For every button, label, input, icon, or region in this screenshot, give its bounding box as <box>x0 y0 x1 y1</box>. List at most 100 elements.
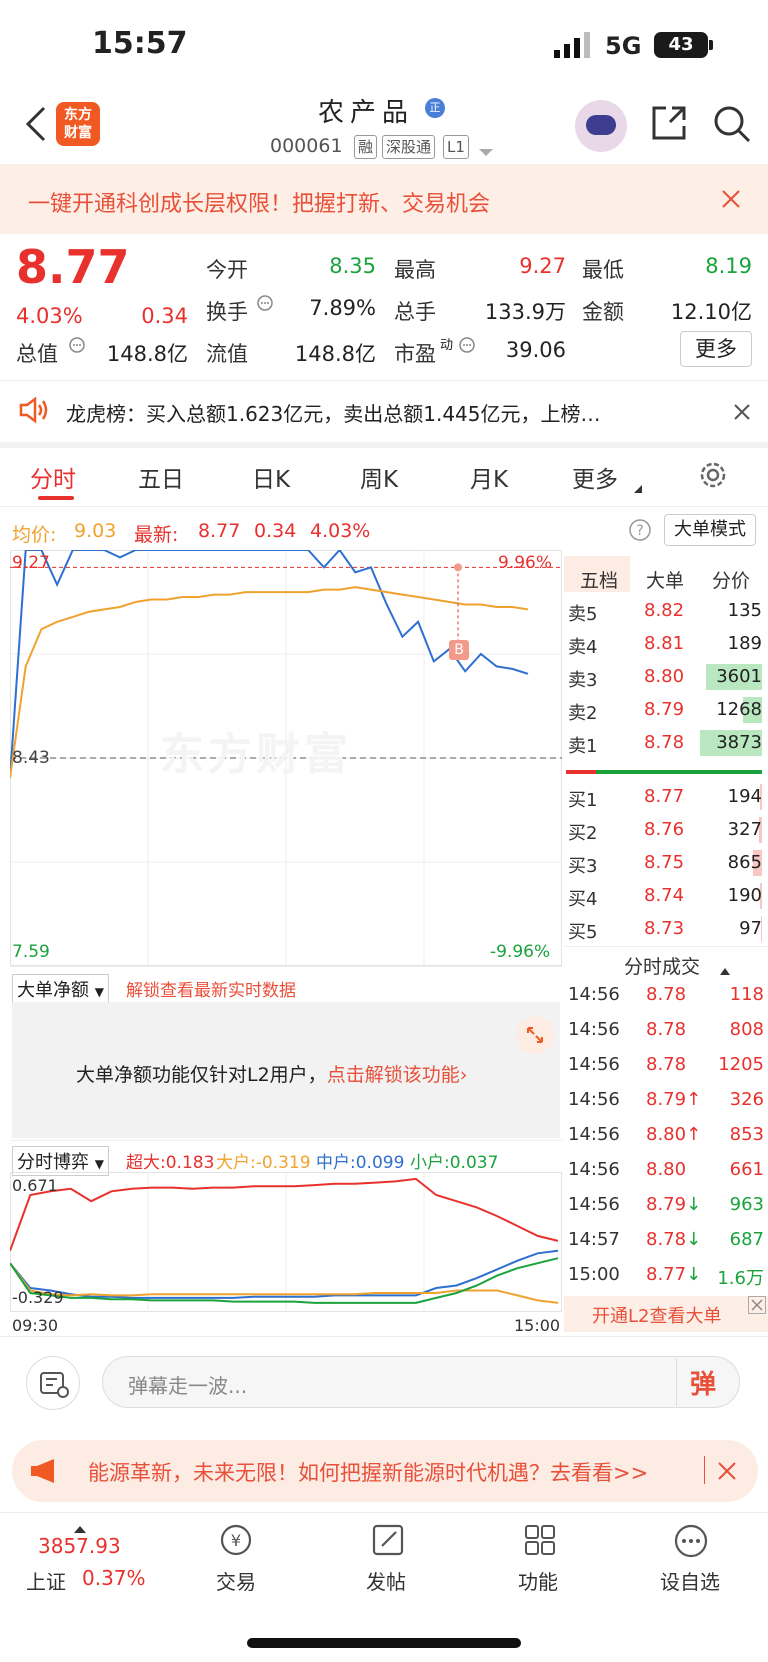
search-icon[interactable] <box>712 104 752 144</box>
divider <box>0 380 768 381</box>
promo-text[interactable]: 一键开通科创成长层权限！把握打新、交易机会 <box>28 186 490 218</box>
divider <box>0 1512 768 1513</box>
mid-label: 中户:0.099 <box>316 1153 405 1173</box>
function-icon[interactable] <box>522 1522 558 1558</box>
level-price: 8.77 <box>644 786 685 807</box>
nav-post[interactable]: 发帖 <box>366 1566 406 1595</box>
nav-trade[interactable]: 交易 <box>216 1566 256 1595</box>
tag-margin: 融 <box>354 135 378 159</box>
amount-value: 12.10亿 <box>670 300 752 324</box>
index-change[interactable]: 0.37% <box>82 1566 146 1590</box>
big-order-mode-button[interactable]: 大单模式 <box>664 514 756 546</box>
dropdown-caret-icon[interactable] <box>479 142 493 156</box>
close-icon[interactable] <box>748 1296 766 1314</box>
trade-row: 14:56 8.78 808 <box>568 1015 764 1045</box>
buy-marker[interactable]: B <box>449 640 469 660</box>
close-icon[interactable] <box>734 404 750 420</box>
tab-price-distribution[interactable]: 分价 <box>712 566 750 593</box>
tab-daily-k[interactable]: 日K <box>252 460 290 494</box>
back-icon[interactable] <box>24 104 48 144</box>
unlock-link[interactable]: 点击解锁该功能 <box>327 1064 460 1086</box>
home-indicator <box>247 1638 521 1648</box>
turnover-value: 7.89% <box>309 296 376 320</box>
low-value: 8.19 <box>705 254 752 278</box>
ask-row[interactable]: 卖5 8.82 135 <box>564 596 762 626</box>
close-icon[interactable] <box>722 190 740 208</box>
y-tick-pct-low: -9.96% <box>490 942 551 962</box>
pe-info-icon[interactable] <box>458 336 476 354</box>
expand-icon[interactable] <box>516 1016 554 1054</box>
high-value: 9.27 <box>519 254 566 278</box>
level-label: 卖3 <box>568 670 598 691</box>
signal-icon <box>552 32 596 58</box>
stock-code: 000061 <box>270 135 343 157</box>
close-icon[interactable] <box>718 1462 736 1480</box>
bid-row[interactable]: 买1 8.77 194 <box>564 782 762 812</box>
tab-more[interactable]: 更多 <box>572 460 618 494</box>
tab-weekly-k[interactable]: 周K <box>360 460 398 494</box>
ask-row[interactable]: 卖4 8.81 189 <box>564 629 762 659</box>
large-label: 大户:-0.319 <box>216 1153 311 1173</box>
share-icon[interactable] <box>650 104 688 142</box>
tab-monthly-k[interactable]: 月K <box>470 460 508 494</box>
add-watchlist-icon[interactable] <box>672 1522 710 1560</box>
tab-five-day[interactable]: 五日 <box>138 460 184 494</box>
help-icon[interactable]: ? <box>628 518 652 542</box>
tab-intraday[interactable]: 分时 <box>30 460 76 494</box>
trade-icon[interactable]: ¥ <box>216 1522 256 1558</box>
net-volume-dropdown[interactable]: 大单净额 ▼ <box>12 974 109 1004</box>
bid-row[interactable]: 买5 8.73 97 <box>564 914 762 944</box>
level-volume: 97 <box>739 918 762 939</box>
y-tick-pct-high: 9.96% <box>498 553 553 573</box>
last-label: 最新: <box>134 524 179 546</box>
turnover-label: 换手 <box>206 300 248 324</box>
regular-badge: 正 <box>425 98 445 118</box>
bid-row[interactable]: 买2 8.76 327 <box>564 815 762 845</box>
bid-row[interactable]: 买4 8.74 190 <box>564 881 762 911</box>
divider <box>564 946 768 947</box>
level-volume: 3873 <box>716 732 762 753</box>
ask-row[interactable]: 卖2 8.79 1268 <box>564 695 762 725</box>
pe-value: 39.06 <box>505 338 566 362</box>
trade-row: 14:56 8.80↑ 853 <box>568 1120 764 1150</box>
more-button[interactable]: 更多 <box>680 331 752 367</box>
avg-value: 9.03 <box>74 520 117 542</box>
x-tick-start: 09:30 <box>12 1316 59 1335</box>
change-amount: 0.34 <box>141 304 188 328</box>
level-volume: 135 <box>727 600 762 621</box>
tab-big-orders[interactable]: 大单 <box>646 566 684 593</box>
x-tick-end: 15:00 <box>514 1316 561 1335</box>
nav-function[interactable]: 功能 <box>518 1566 558 1595</box>
post-icon[interactable] <box>370 1522 406 1558</box>
battery-tip <box>709 40 713 50</box>
comment-list-icon[interactable] <box>26 1356 80 1410</box>
mktcap-info-icon[interactable] <box>68 336 86 354</box>
danmaku-placeholder: 弹幕走一波... <box>128 1374 248 1398</box>
trade-row: 14:56 8.79↓ 963 <box>568 1190 764 1220</box>
bid-row[interactable]: 买3 8.75 865 <box>564 848 762 878</box>
turnover-info-icon[interactable] <box>256 294 274 312</box>
tab-five-levels[interactable]: 五档 <box>580 566 618 593</box>
collapse-caret-icon[interactable] <box>720 960 730 975</box>
danmaku-toggle-button[interactable]: 弹 <box>690 1364 716 1401</box>
trades-title[interactable]: 分时成交 <box>624 952 700 979</box>
dragon-tiger-notice[interactable]: 龙虎榜：买入总额1.623亿元，卖出总额1.445亿元，上榜… <box>66 398 601 427</box>
settings-icon[interactable] <box>698 460 728 490</box>
game-chart[interactable] <box>10 1172 562 1312</box>
svg-text:?: ? <box>636 523 643 539</box>
index-name[interactable]: 上证 <box>26 1566 66 1595</box>
lock-text: 大单净额功能仅针对L2用户，点击解锁该功能› <box>76 1064 468 1086</box>
l2-link[interactable]: 开通L2查看大单 <box>592 1302 721 1328</box>
unlock-hint[interactable]: 解锁查看最新实时数据 <box>126 976 296 1001</box>
energy-text[interactable]: 能源革新，未来无限！如何把握新能源时代机遇？去看看>> <box>88 1457 648 1487</box>
level-volume: 865 <box>727 852 762 873</box>
ask-row[interactable]: 卖1 8.78 3873 <box>564 728 762 758</box>
network-type: 5G <box>605 32 642 60</box>
trade-row: 14:56 8.79↑ 326 <box>568 1085 764 1115</box>
nav-add-watchlist[interactable]: 设自选 <box>660 1566 720 1595</box>
ask-row[interactable]: 卖3 8.80 3601 <box>564 662 762 692</box>
tag-shenzhen-connect: 深股通 <box>382 135 436 159</box>
avg-label: 均价: <box>12 524 57 546</box>
index-value[interactable]: 3857.93 <box>38 1534 121 1558</box>
last-price: 8.77 <box>16 240 130 294</box>
